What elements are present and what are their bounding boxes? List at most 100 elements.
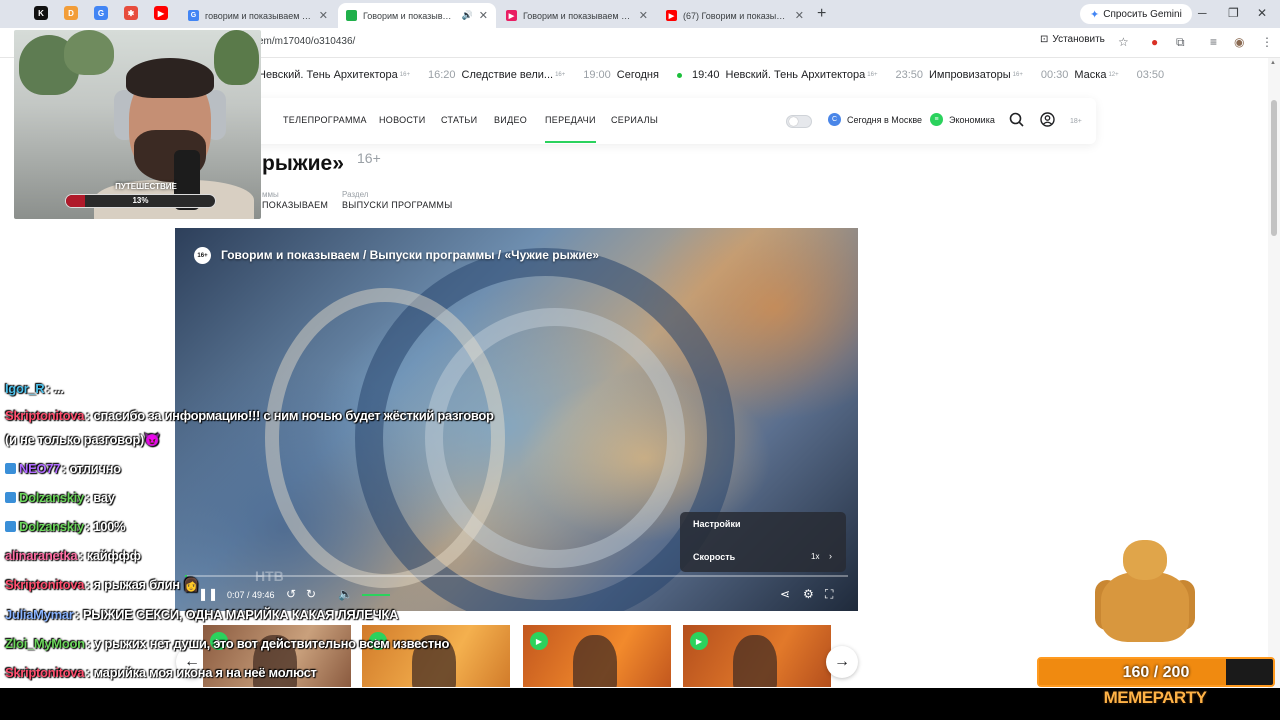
nav-articles[interactable]: СТАТЬИ — [441, 115, 477, 125]
age-rating-label: 18+ — [1070, 118, 1082, 125]
play-icon[interactable]: ▶ — [690, 632, 708, 650]
forward-icon[interactable]: ↻ — [306, 587, 316, 601]
pinned-tab-app[interactable]: ✱ — [124, 6, 138, 20]
chat-text: : РЫЖИЕ СЕКСИ, ОДНА МАРИЙКА КАКАЯ ЛЯЛЕЧК… — [75, 607, 399, 622]
schedule-age: 16+ — [399, 72, 410, 78]
speed-value[interactable]: 1x — [811, 552, 819, 561]
pinned-tab-d[interactable]: D — [64, 6, 78, 20]
tab-video[interactable]: ▶ Говорим и показываем - Чуж ✕ — [498, 3, 656, 28]
schedule-item[interactable]: 00:30 Маска 12+ — [1041, 69, 1119, 81]
profile-avatar-icon[interactable]: ◉ — [1234, 35, 1244, 49]
theme-toggle[interactable] — [786, 115, 812, 128]
economy-icon: ≡ — [930, 113, 943, 126]
gear-icon[interactable]: ⚙ — [803, 587, 814, 601]
schedule-title: Невский. Тень Архитектора — [725, 69, 866, 81]
chevron-right-icon[interactable]: › — [829, 551, 832, 561]
economy-label: Экономика — [949, 114, 995, 125]
page-scrollbar[interactable]: ▲ — [1268, 58, 1280, 688]
scroll-thumb[interactable] — [1271, 100, 1277, 236]
nav-tv-program[interactable]: ТЕЛЕПРОГРАММА — [283, 115, 367, 125]
pinned-tab-kick[interactable]: K — [34, 6, 48, 20]
schedule-item[interactable]: 19:40 Невский. Тень Архитектора 16+ — [676, 69, 877, 81]
search-icon[interactable] — [1009, 112, 1024, 130]
schedule-item[interactable]: Невский. Тень Архитектора 16+ — [258, 69, 410, 81]
install-button[interactable]: ⊡ Установить — [1040, 34, 1105, 45]
nav-news[interactable]: НОВОСТИ — [379, 115, 425, 125]
breadcrumb-section-link[interactable]: ВЫПУСКИ ПРОГРАММЫ — [342, 200, 452, 210]
breadcrumb-program-link[interactable]: ПОКАЗЫВАЕМ — [262, 200, 328, 210]
schedule-time: 19:40 — [691, 69, 720, 81]
speed-option[interactable]: Скорость — [693, 552, 735, 562]
tab-title: говорим и показываем хе:bt — [205, 10, 313, 21]
meme-party-label: MEMEPARTY — [1103, 688, 1207, 707]
schedule-item[interactable]: 23:50 Импровизаторы 16+ — [895, 69, 1022, 81]
close-icon[interactable]: ✕ — [639, 9, 648, 22]
chat-username: Igor_R — [5, 381, 45, 396]
volume-slider[interactable] — [362, 594, 390, 596]
video-age-badge: 16+ — [194, 247, 211, 264]
schedule-item[interactable]: 16:20 Следствие вели... 16+ — [428, 69, 565, 81]
scroll-up-icon[interactable]: ▲ — [1270, 60, 1276, 66]
minimize-icon[interactable]: ─ — [1198, 6, 1207, 20]
tab-search[interactable]: G говорим и показываем хе:bt ✕ — [180, 3, 336, 28]
episode-thumbnail[interactable]: ▶ — [683, 625, 831, 687]
nav-video[interactable]: ВИДЕО — [494, 115, 527, 125]
extensions-icon[interactable]: ⧉ — [1176, 35, 1185, 50]
gemini-button[interactable]: ✦ Спросить Gemini — [1080, 4, 1192, 24]
nav-series[interactable]: СЕРИАЛЫ — [611, 115, 658, 125]
close-icon[interactable]: ✕ — [479, 9, 488, 22]
streamer-hair — [126, 58, 214, 98]
share-icon[interactable]: ⋖ — [780, 587, 790, 601]
close-icon[interactable]: ✕ — [795, 9, 804, 22]
live-dot-icon — [676, 72, 682, 78]
fullscreen-icon[interactable]: ⛶ — [825, 587, 833, 602]
close-icon[interactable]: ✕ — [319, 9, 328, 22]
city-chip[interactable]: С Сегодня в Москве — [828, 113, 922, 126]
guest-figure — [733, 635, 777, 687]
chat-username: alinaranetka — [5, 548, 78, 563]
user-account-icon[interactable] — [1040, 112, 1055, 130]
schedule-age: 12+ — [1108, 72, 1119, 78]
google-icon: G — [188, 10, 199, 21]
maximize-icon[interactable]: ❐ — [1228, 6, 1239, 20]
tab-youtube[interactable]: ▶ (67) Говорим и показываем - ✕ — [658, 3, 812, 28]
bookmark-star-icon[interactable]: ☆ — [1118, 35, 1129, 49]
tab-active-ntv[interactable]: Говорим и показываем / В 🔊 ✕ — [338, 3, 496, 28]
pinned-tab-google[interactable]: G — [94, 6, 108, 20]
travel-goal-percent: 13% — [132, 196, 149, 205]
nav-shows[interactable]: ПЕРЕДАЧИ — [545, 115, 596, 143]
chat-text: : кайффф — [79, 548, 141, 563]
audio-icon[interactable]: 🔊 — [462, 10, 473, 21]
schedule-time: 16:20 — [427, 69, 456, 81]
episode-thumbnail[interactable]: ▶ — [362, 625, 510, 687]
video-progress-bar[interactable] — [185, 575, 848, 577]
pause-icon[interactable]: ❚❚ — [198, 587, 218, 601]
settings-title: Настройки — [693, 519, 741, 529]
new-tab-icon[interactable]: + — [817, 5, 826, 23]
chat-text: : у рыжих нет души, это вот действительн… — [86, 636, 450, 651]
extension-badge-icon[interactable]: ● — [1151, 35, 1158, 49]
reading-list-icon[interactable]: ≡ — [1210, 35, 1217, 49]
streamer-webcam: ПУТЕШЕСТВИЕ 13% — [14, 30, 261, 219]
volume-icon[interactable]: 🔈 — [338, 587, 353, 601]
schedule-item[interactable]: 03:50 — [1137, 69, 1171, 81]
schedule-time: 00:30 — [1040, 69, 1069, 81]
chat-message: Skriptonitova: спасибо за информацию!!! … — [5, 408, 494, 423]
doge-head — [1123, 540, 1167, 580]
carousel-next-button[interactable]: → — [826, 646, 858, 678]
player-settings-menu: Настройки Скорость 1x › — [680, 512, 846, 572]
schedule-item[interactable]: 19:00 Сегодня — [583, 69, 659, 81]
play-icon[interactable]: ▶ — [530, 632, 548, 650]
address-bar[interactable]: em/m17040/o310436/ — [258, 36, 355, 47]
schedule-title: Сегодня — [616, 69, 659, 81]
menu-kebab-icon[interactable]: ⋮ — [1261, 35, 1273, 49]
episode-thumbnail[interactable]: ▶ — [523, 625, 671, 687]
pinned-tab-youtube[interactable]: ▶ — [154, 6, 168, 20]
moscow-icon: С — [828, 113, 841, 126]
chat-message: (и не только разговор)😈 — [5, 432, 160, 448]
chat-message: Igor_R: ... — [5, 381, 64, 396]
window-close-icon[interactable]: ✕ — [1257, 6, 1267, 20]
economy-chip[interactable]: ≡ Экономика — [930, 113, 995, 126]
meme-party-count: 160 / 200 — [1122, 664, 1190, 681]
rewind-icon[interactable]: ↺ — [286, 587, 296, 601]
